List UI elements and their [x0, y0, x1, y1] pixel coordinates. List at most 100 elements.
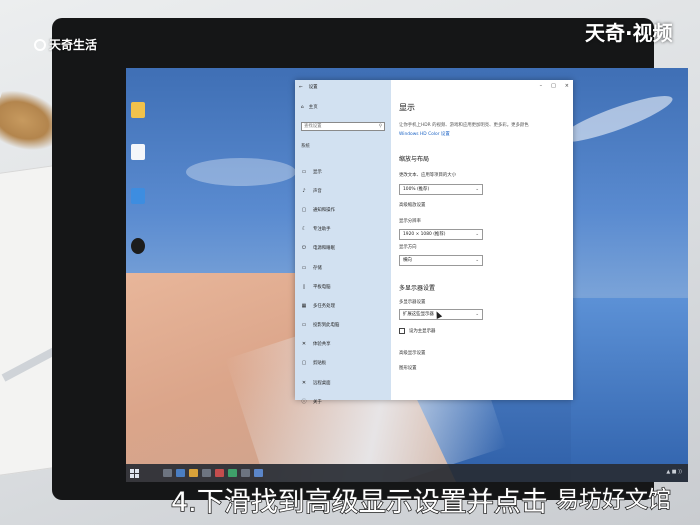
power-icon: ⏻	[302, 245, 306, 252]
advanced-display-link[interactable]: 高级显示设置	[399, 350, 425, 356]
resolution-value: 1920 × 1080 (推荐)	[403, 232, 446, 237]
document-icon[interactable]	[131, 144, 145, 160]
scale-value: 100% (推荐)	[403, 187, 430, 192]
sidebar-item-storage[interactable]: ▭ 存储	[301, 258, 339, 277]
projector-icon: ▭	[301, 322, 307, 329]
sidebar-item-clipboard[interactable]: ▢ 剪贴板	[301, 354, 339, 373]
sound-icon: ♪	[302, 187, 306, 194]
multi-display-label: 多显示器设置	[399, 300, 426, 305]
sidebar-item-label: 多任务处理	[313, 303, 335, 309]
notification-icon: ▢	[301, 206, 307, 213]
info-icon: ⓘ	[301, 399, 307, 406]
sidebar-item-tablet[interactable]: ▯ 平板电脑	[301, 277, 339, 296]
hdr-color-link[interactable]: Windows HD Color 设置	[399, 131, 559, 137]
sidebar-item-label: 主页	[308, 105, 318, 110]
sidebar-item-notifications[interactable]: ▢ 通知和操作	[301, 200, 339, 219]
windows-start-icon[interactable]	[130, 468, 139, 478]
chevron-down-icon: ⌄	[475, 312, 479, 317]
hdr-description: 让你手机上HDR 的视频、游戏和应用更加明亮、更多彩。更多颜色 Windows …	[399, 122, 559, 137]
orientation-label: 显示方向	[399, 245, 417, 250]
chevron-down-icon: ⌄	[475, 232, 479, 237]
home-icon: ⌂	[301, 104, 304, 110]
taskbar-app-icon[interactable]	[176, 469, 185, 477]
sidebar-item-label: 关于	[313, 399, 322, 405]
settings-content: 显示 让你手机上HDR 的视频、游戏和应用更加明亮、更多彩。更多颜色 Windo…	[399, 80, 569, 400]
taskbar-app-icon[interactable]	[215, 469, 224, 477]
search-icon[interactable]: ⚲	[379, 123, 382, 130]
window-titlebar: ← 设置	[299, 84, 318, 91]
orientation-value: 横向	[403, 258, 412, 263]
subtitle-watermark: 易坊好文馆	[555, 486, 672, 514]
advanced-scaling-link[interactable]: 高级缩放设置	[399, 202, 425, 208]
multi-display-value: 扩展这些显示器	[403, 312, 434, 317]
sidebar-item-remote-desktop[interactable]: ✕ 远程桌面	[301, 373, 339, 392]
computer-icon[interactable]	[131, 188, 145, 204]
clipboard-icon: ▢	[301, 360, 307, 367]
taskbar-app-icon[interactable]	[241, 469, 250, 477]
settings-window: ← 设置 ⌂ 主页 查找设置 ⚲ 系统 ▭ 显示 ♪ 声音 ▢ 通知和操作 ☾ …	[295, 80, 573, 405]
chevron-down-icon: ⌄	[475, 258, 479, 263]
graphics-settings-link[interactable]: 图形设置	[399, 365, 417, 371]
sidebar-item-label: 体验共享	[313, 342, 331, 348]
sidebar-item-home[interactable]: ⌂ 主页	[301, 104, 318, 111]
back-arrow-icon[interactable]: ←	[299, 85, 303, 90]
brand-logo-left: 天奇生活	[34, 36, 97, 53]
folder-icon[interactable]	[131, 102, 145, 118]
checkbox-box[interactable]	[399, 328, 405, 334]
chevron-down-icon: ⌄	[475, 187, 479, 192]
taskbar-app-icon[interactable]	[202, 469, 211, 477]
sidebar-item-label: 剪贴板	[313, 361, 327, 367]
orientation-dropdown[interactable]: 横向 ⌄	[399, 255, 483, 266]
moon-icon: ☾	[301, 226, 307, 233]
window-title: 设置	[308, 85, 318, 90]
sidebar-item-label: 通知和操作	[313, 207, 335, 213]
sidebar-group-label: 系统	[301, 144, 310, 149]
scale-dropdown[interactable]: 100% (推荐) ⌄	[399, 184, 483, 195]
system-tray[interactable]: ▲ ■ ))	[666, 469, 682, 475]
checkbox-label: 设为主显示器	[409, 329, 436, 334]
sidebar-list: ▭ 显示 ♪ 声音 ▢ 通知和操作 ☾ 专注助手 ⏻ 电源和睡眠 ▭ 存储 ▯ …	[301, 162, 339, 411]
section-title-multi-display: 多显示器设置	[399, 285, 436, 292]
sidebar-item-label: 电源和睡眠	[313, 246, 335, 252]
sidebar-item-sound[interactable]: ♪ 声音	[301, 181, 339, 200]
sidebar-item-label: 远程桌面	[313, 380, 331, 386]
sidebar-item-focus-assist[interactable]: ☾ 专注助手	[301, 220, 339, 239]
sidebar-item-label: 专注助手	[313, 227, 331, 233]
taskbar-app-icon[interactable]	[189, 469, 198, 477]
search-input[interactable]: 查找设置 ⚲	[301, 122, 385, 131]
taskbar-app-icon[interactable]	[228, 469, 237, 477]
sidebar-item-about[interactable]: ⓘ 关于	[301, 392, 339, 411]
scale-label: 更改文本、应用等项目的大小	[399, 173, 457, 178]
sidebar-item-projecting[interactable]: ▭ 投影到此电脑	[301, 316, 340, 335]
sidebar-item-power[interactable]: ⏻ 电源和睡眠	[301, 239, 339, 258]
storage-icon: ▭	[301, 264, 307, 271]
sidebar-item-label: 存储	[313, 265, 322, 271]
qq-penguin-icon[interactable]	[131, 238, 145, 254]
main-display-checkbox[interactable]: 设为主显示器	[399, 328, 435, 334]
cloud	[555, 88, 677, 150]
sidebar-item-label: 显示	[313, 169, 322, 175]
taskbar-app-icon[interactable]	[254, 469, 263, 477]
page-title: 显示	[399, 103, 415, 112]
sidebar-item-label: 平板电脑	[313, 284, 331, 290]
sidebar-item-shared-experiences[interactable]: ✕ 体验共享	[301, 335, 339, 354]
brand-logo-right: 天奇·视频	[585, 21, 673, 45]
section-title-scale: 缩放与布局	[399, 156, 430, 163]
sea-region	[571, 298, 688, 482]
display-icon: ▭	[301, 168, 307, 175]
sidebar-item-label: 投影到此电脑	[313, 323, 340, 329]
multitasking-icon: ▦	[301, 302, 307, 309]
sidebar-item-display[interactable]: ▭ 显示	[301, 162, 339, 181]
sidebar-item-label: 声音	[313, 188, 322, 194]
shared-experience-icon: ✕	[301, 341, 307, 348]
remote-desktop-icon: ✕	[301, 379, 307, 386]
cloud	[186, 158, 296, 186]
tablet-icon: ▯	[302, 283, 306, 290]
resolution-dropdown[interactable]: 1920 × 1080 (推荐) ⌄	[399, 229, 483, 240]
subtitle-caption: 4.下滑找到高级显示设置并点击	[170, 486, 548, 519]
settings-sidebar: ← 设置 ⌂ 主页 查找设置 ⚲ 系统 ▭ 显示 ♪ 声音 ▢ 通知和操作 ☾ …	[295, 80, 391, 405]
resolution-label: 显示分辨率	[399, 219, 421, 224]
logo-left-text: 天奇生活	[49, 38, 98, 52]
sidebar-item-multitasking[interactable]: ▦ 多任务处理	[301, 296, 339, 315]
taskbar-app-icon[interactable]	[163, 469, 172, 477]
